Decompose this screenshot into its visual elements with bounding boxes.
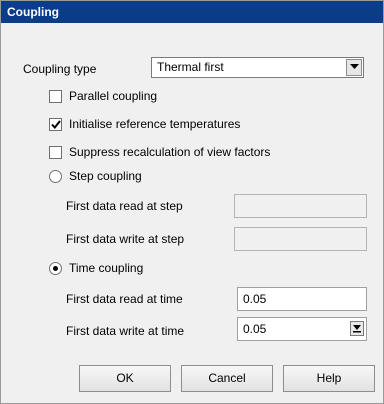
time-write-field[interactable]: 0.05 [237,317,367,341]
parallel-coupling-checkbox[interactable] [49,90,62,103]
time-coupling-radio[interactable] [49,262,62,275]
time-coupling-label: Time coupling [69,261,144,275]
ok-button[interactable]: OK [79,365,171,392]
step-coupling-label: Step coupling [69,169,142,183]
checkmark-icon [51,120,61,129]
chevron-down-icon[interactable] [346,59,362,76]
coupling-type-select[interactable]: Thermal first [151,57,364,78]
coupling-type-value: Thermal first [157,60,224,74]
time-write-value: 0.05 [243,322,267,336]
spin-down-icon[interactable] [350,321,364,336]
dialog-title: Coupling [1,1,383,23]
time-write-label: First data write at time [66,324,185,338]
radio-selected-dot [53,266,58,271]
time-read-label: First data read at time [66,292,183,306]
suppress-recalculation-label: Suppress recalculation of view factors [69,145,271,159]
coupling-dialog: Coupling Coupling type Thermal first Par… [0,0,384,404]
coupling-type-label: Coupling type [23,62,97,76]
step-write-label: First data write at step [66,232,185,246]
cancel-button[interactable]: Cancel [181,365,273,392]
step-read-field[interactable] [234,194,367,218]
parallel-coupling-label: Parallel coupling [69,89,158,103]
time-read-field[interactable]: 0.05 [237,287,367,311]
help-button[interactable]: Help [283,365,375,392]
time-read-value: 0.05 [243,292,267,306]
initialise-reference-temperatures-label: Initialise reference temperatures [69,117,241,131]
suppress-recalculation-checkbox[interactable] [49,146,62,159]
step-coupling-radio[interactable] [49,170,62,183]
initialise-reference-temperatures-checkbox[interactable] [49,118,62,131]
step-read-label: First data read at step [66,199,183,213]
step-write-field[interactable] [234,227,367,251]
